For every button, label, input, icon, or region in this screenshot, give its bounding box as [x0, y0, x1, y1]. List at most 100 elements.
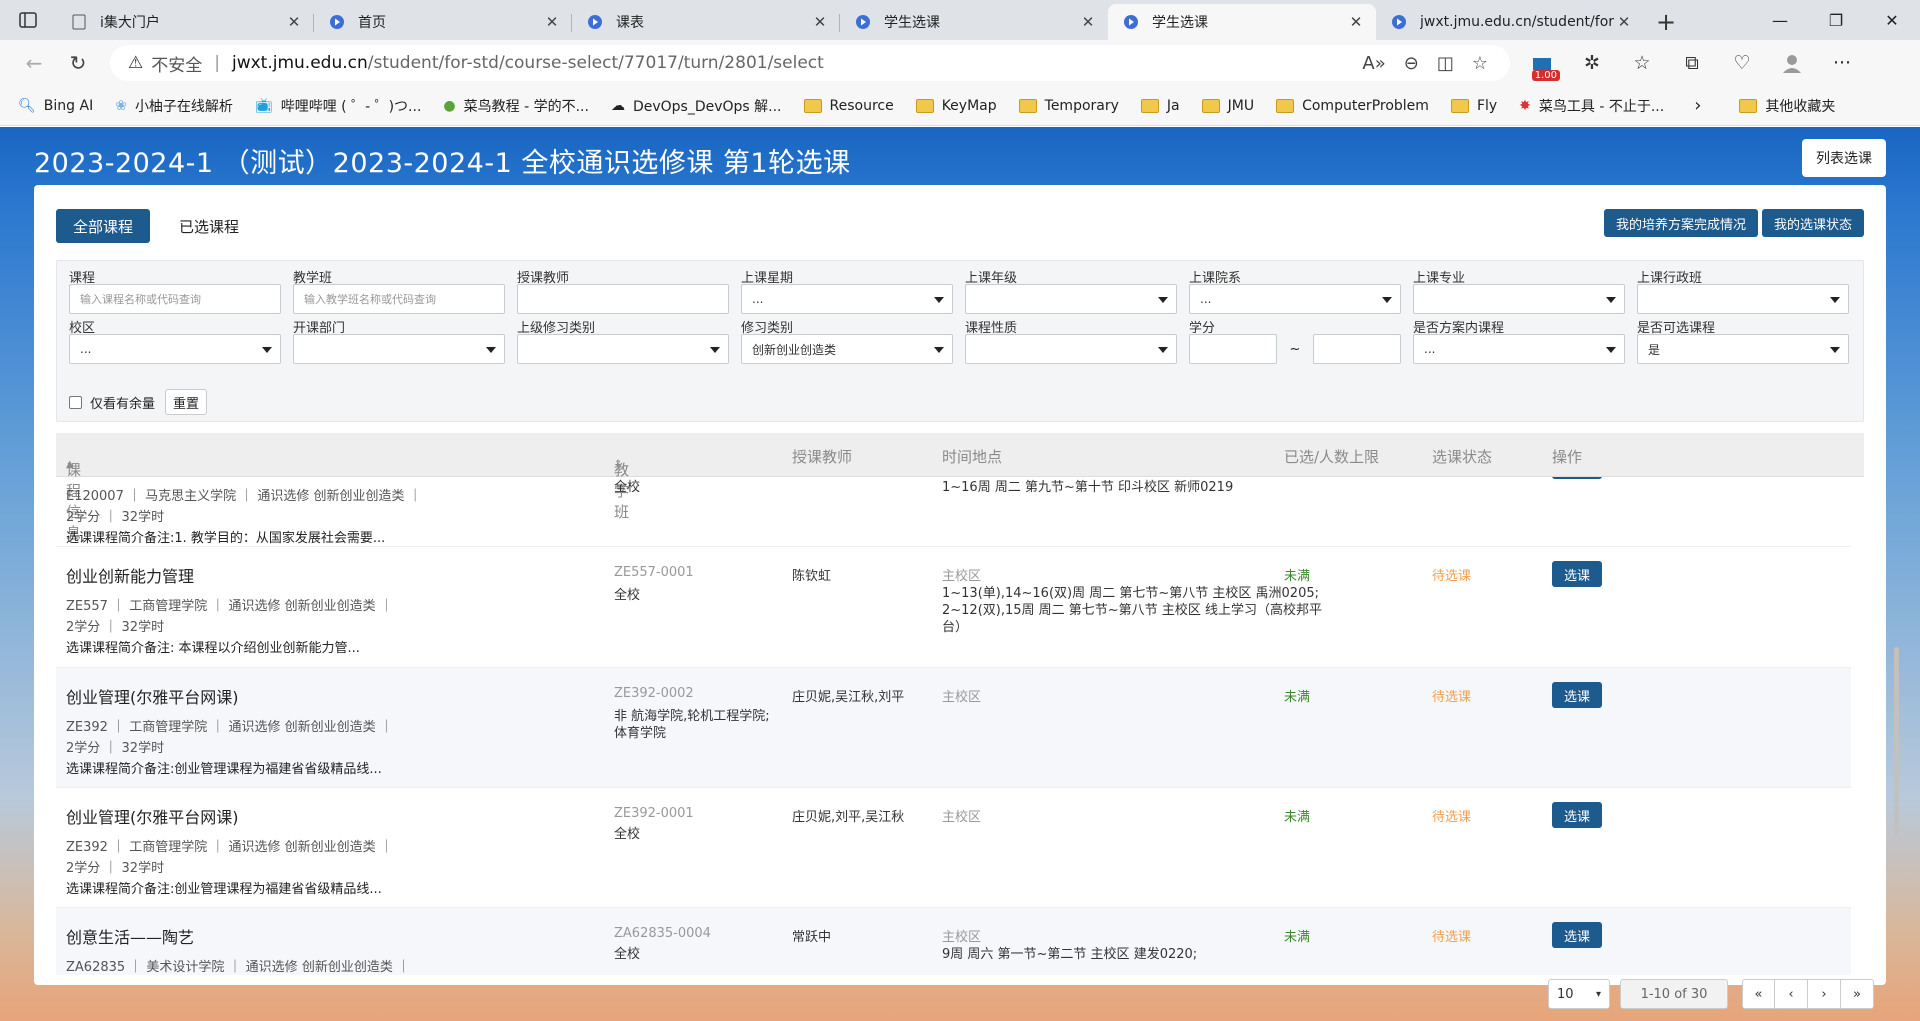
close-tab-icon[interactable]: ✕	[1346, 13, 1366, 31]
bookmark-bilibili[interactable]: 📺︎ 哔哩哔哩 ( ゜- ゜)つ...	[255, 96, 421, 116]
reset-button[interactable]: 重置	[165, 389, 208, 415]
course-name[interactable]: 创意生活——陶艺	[66, 924, 194, 948]
favorite-star-icon[interactable]: ☆	[1472, 53, 1488, 74]
first-page-button[interactable]: «	[1742, 979, 1775, 1009]
tab-all-courses[interactable]: 全部课程	[56, 209, 151, 243]
list-select-button[interactable]: 列表选课	[1802, 139, 1886, 177]
tab-selected-courses[interactable]: 已选课程	[162, 209, 256, 243]
extension-badge-icon[interactable]: 1.00	[1524, 45, 1560, 81]
browser-tab-course-select-2[interactable]: 学生选课 ✕	[1108, 4, 1376, 40]
nature-select[interactable]	[965, 334, 1177, 364]
more-menu-icon[interactable]: ···	[1824, 45, 1860, 81]
bookmark-runoob[interactable]: ● 菜鸟教程 - 学的不...	[443, 96, 589, 116]
weekday-select[interactable]: ...	[741, 284, 953, 314]
bookmark-label: JMU	[1227, 97, 1255, 114]
browser-tab-portal[interactable]: i集大门户 ✕	[56, 4, 314, 40]
read-aloud-icon[interactable]: A»	[1362, 53, 1385, 74]
bookmark-folder-jmu[interactable]: JMU	[1201, 97, 1255, 114]
page-size-select[interactable]: 10 ▾	[1548, 979, 1610, 1009]
extensions-puzzle-icon[interactable]: ✲	[1574, 45, 1610, 81]
filter-label: 开课部门	[293, 321, 346, 336]
close-tab-icon[interactable]: ✕	[284, 13, 304, 31]
select-status: 待选课	[1432, 810, 1472, 825]
credits-max-input[interactable]	[1313, 334, 1401, 364]
campus-name: 主校区	[942, 930, 982, 945]
bookmark-devops[interactable]: ☁ DevOps_DevOps 解...	[611, 96, 782, 116]
reload-icon[interactable]: ↻	[56, 45, 100, 81]
close-tab-icon[interactable]: ✕	[1078, 13, 1098, 31]
selectable-select[interactable]: 是	[1637, 334, 1849, 364]
split-screen-icon[interactable]: ◫	[1437, 53, 1454, 74]
other-bookmarks[interactable]: 其他收藏夹	[1739, 96, 1835, 116]
open-dept-select[interactable]	[293, 334, 505, 364]
category-select[interactable]: 创新创业创造类	[741, 334, 953, 364]
tab-actions-icon[interactable]	[0, 0, 56, 40]
back-icon[interactable]: ←	[12, 45, 56, 81]
table-scrollbar[interactable]	[1894, 647, 1899, 837]
filter-in-plan: 是否方案内课程 ...	[1413, 317, 1625, 364]
teacher-name: 庄贝妮,刘平,吴江秋	[792, 810, 905, 825]
course-name[interactable]: 创业管理(尔雅平台网课)	[66, 804, 239, 828]
select-course-button[interactable]: 选课	[1552, 682, 1602, 708]
bookmark-folder-temporary[interactable]: Temporary	[1018, 98, 1119, 114]
bookmark-folder-keymap[interactable]: KeyMap	[915, 98, 997, 114]
select-course-button[interactable]: 选课	[1552, 561, 1602, 587]
campus-name: 主校区	[942, 569, 982, 584]
tab-title: i集大门户	[100, 15, 160, 31]
new-tab-icon[interactable]: +	[1644, 4, 1688, 40]
admin-class-select[interactable]	[1637, 284, 1849, 314]
training-plan-button[interactable]: 我的培养方案完成情况	[1603, 209, 1758, 237]
next-page-button[interactable]: ›	[1808, 979, 1841, 1009]
close-tab-icon[interactable]: ✕	[542, 13, 562, 31]
bilibili-icon: 📺︎	[254, 97, 273, 114]
select-value: ...	[1200, 292, 1212, 306]
teacher-input[interactable]	[517, 284, 729, 314]
browser-tab-course-select-1[interactable]: 学生选课 ✕	[840, 4, 1108, 40]
browser-health-icon[interactable]: ♡	[1724, 45, 1760, 81]
class-search-input[interactable]: 输入教学班名称或代码查询	[293, 284, 505, 314]
in-plan-select[interactable]: ...	[1413, 334, 1625, 364]
course-search-input[interactable]: 输入课程名称或代码查询	[69, 284, 281, 314]
my-select-status-button[interactable]: 我的选课状态	[1761, 209, 1864, 237]
prev-page-button[interactable]: ‹	[1775, 979, 1808, 1009]
parent-category-select[interactable]	[517, 334, 729, 364]
department-select[interactable]: ...	[1189, 284, 1401, 314]
major-select[interactable]	[1413, 284, 1625, 314]
credits-min-input[interactable]	[1189, 334, 1277, 364]
close-tab-icon[interactable]: ✕	[1614, 13, 1634, 31]
last-page-button[interactable]: »	[1841, 979, 1874, 1009]
browser-tab-jwxt[interactable]: jwxt.jmu.edu.cn/student/for ✕	[1376, 4, 1644, 40]
select-course-button[interactable]: 选课	[1552, 802, 1602, 828]
profile-avatar-icon[interactable]	[1774, 45, 1810, 81]
bookmark-folder-fly[interactable]: Fly	[1450, 98, 1497, 114]
collections-icon[interactable]: ⧉	[1674, 45, 1710, 81]
select-course-button[interactable]	[1552, 477, 1602, 479]
address-bar[interactable]: ⚠ 不安全 | jwxt.jmu.edu.cn /student/for-std…	[110, 45, 1510, 81]
bookmark-xiaoyouzi[interactable]: ❀ 小柚子在线解析	[115, 96, 233, 116]
filter-label: 上课年级	[965, 271, 1018, 286]
browser-tab-home[interactable]: 首页 ✕	[314, 4, 572, 40]
page-icon	[70, 13, 88, 31]
restore-icon[interactable]: ❐	[1808, 0, 1864, 40]
bookmark-folder-resource[interactable]: Resource	[803, 98, 894, 114]
course-name[interactable]: 创业创新能力管理	[66, 563, 194, 587]
grade-select[interactable]	[965, 284, 1177, 314]
bookmark-bing-ai[interactable]: 🔍︎ Bing AI	[18, 98, 93, 114]
bookmark-folder-ja[interactable]: Ja	[1140, 98, 1180, 114]
minimize-icon[interactable]: —	[1752, 0, 1808, 40]
zoom-icon[interactable]: ⊖	[1404, 53, 1419, 74]
bookmark-runoob-tools[interactable]: ✸ 菜鸟工具 - 不止于...	[1519, 96, 1664, 116]
dropdown-caret-icon	[934, 297, 944, 303]
campus-select[interactable]: ...	[69, 334, 281, 364]
select-course-button[interactable]: 选课	[1552, 922, 1602, 948]
bookmark-folder-computerproblem[interactable]: ComputerProblem	[1276, 98, 1429, 114]
browser-tab-timetable[interactable]: 课表 ✕	[572, 4, 840, 40]
course-time: 1~16周 周二 第九节~第十节 印斗校区 新师0219	[942, 480, 1234, 495]
only-available-checkbox[interactable]	[69, 395, 82, 409]
warning-icon[interactable]: ⚠	[128, 53, 143, 73]
close-tab-icon[interactable]: ✕	[810, 13, 830, 31]
bookmarks-overflow-icon[interactable]: ›	[1694, 95, 1701, 116]
favorites-icon[interactable]: ☆	[1624, 45, 1660, 81]
close-window-icon[interactable]: ✕	[1864, 0, 1920, 40]
course-name[interactable]: 创业管理(尔雅平台网课)	[66, 684, 239, 708]
